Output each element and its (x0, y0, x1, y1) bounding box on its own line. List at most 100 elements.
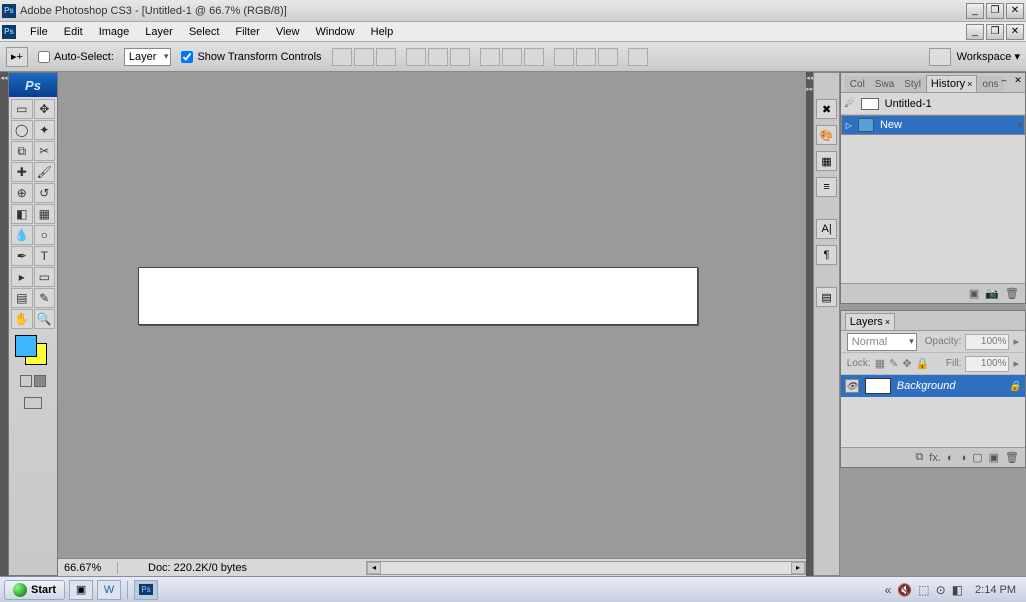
marquee-tool[interactable]: ▭ (11, 99, 33, 119)
adjustment-icon[interactable]: ◑ (960, 452, 967, 464)
maximize-button[interactable]: ❐ (986, 3, 1004, 19)
task-photoshop[interactable]: Ps (134, 580, 158, 600)
tray-volume-icon[interactable]: 🔇 (897, 583, 912, 597)
color-icon[interactable]: ▦ (816, 151, 836, 171)
menu-help[interactable]: Help (363, 24, 402, 40)
lock-all-icon[interactable]: 🔒 (916, 357, 930, 370)
character-icon[interactable]: A| (816, 219, 836, 239)
lock-pixels-icon[interactable]: ✎ (889, 357, 898, 370)
gradient-tool[interactable]: ▦ (34, 204, 56, 224)
swatches-icon[interactable]: ≡ (816, 177, 836, 197)
group-icon[interactable]: ▢ (972, 451, 982, 464)
h-scrollbar[interactable]: ◂ ▸ (366, 561, 806, 575)
menu-select[interactable]: Select (181, 24, 228, 40)
lasso-tool[interactable]: ◯ (11, 120, 33, 140)
shape-tool[interactable]: ▭ (34, 267, 56, 287)
menu-file[interactable]: File (22, 24, 56, 40)
menu-filter[interactable]: Filter (227, 24, 267, 40)
doc-close-button[interactable]: ✕ (1006, 24, 1024, 40)
fx-icon[interactable]: fx. (929, 452, 941, 464)
minimize-button[interactable]: _ (966, 3, 984, 19)
notes-tool[interactable]: ▤ (11, 288, 33, 308)
stamp-tool[interactable]: ⊕ (11, 183, 33, 203)
doc-minimize-button[interactable]: _ (966, 24, 984, 40)
align-vcenter-icon[interactable] (354, 48, 374, 66)
standard-mode-icon[interactable] (20, 375, 32, 387)
menu-window[interactable]: Window (308, 24, 363, 40)
close-button[interactable]: ✕ (1006, 3, 1024, 19)
menu-image[interactable]: Image (91, 24, 138, 40)
zoom-tool[interactable]: 🔍 (34, 309, 56, 329)
opacity-arrow-icon[interactable]: ▸ (1013, 335, 1019, 348)
paragraph-icon[interactable]: ¶ (816, 245, 836, 265)
dist-hcenter-icon[interactable] (576, 48, 596, 66)
dist-right-icon[interactable] (598, 48, 618, 66)
lock-trans-icon[interactable]: ▦ (875, 357, 885, 370)
menu-layer[interactable]: Layer (137, 24, 181, 40)
task-word-icon[interactable]: W (97, 580, 121, 600)
brush-tool[interactable]: 🖌 (34, 162, 56, 182)
auto-select-dropdown[interactable]: Layer (124, 48, 172, 66)
scroll-left-icon[interactable]: ◂ (367, 562, 381, 574)
history-snapshot[interactable]: ☄ Untitled-1 (841, 93, 1025, 115)
dodge-tool[interactable]: ○ (34, 225, 56, 245)
heal-tool[interactable]: ✚ (11, 162, 33, 182)
tab-layers[interactable]: Layers× (845, 313, 895, 330)
new-snapshot-icon[interactable]: 📷 (985, 287, 999, 300)
lock-pos-icon[interactable]: ✥ (902, 357, 911, 370)
wand-tool[interactable]: ✦ (34, 120, 56, 140)
visibility-icon[interactable]: 👁 (845, 379, 859, 393)
path-tool[interactable]: ▸ (11, 267, 33, 287)
align-left-icon[interactable] (406, 48, 426, 66)
eraser-tool[interactable]: ◧ (11, 204, 33, 224)
navigator-icon[interactable]: ✖ (816, 99, 836, 119)
show-transform-checkbox[interactable]: Show Transform Controls (181, 51, 321, 63)
pen-tool[interactable]: ✒ (11, 246, 33, 266)
tray-network-icon[interactable]: ⬚ (918, 583, 929, 597)
slice-tool[interactable]: ✂ (34, 141, 56, 161)
start-button[interactable]: Start (4, 580, 65, 600)
new-layer-icon[interactable]: ▣ (989, 451, 999, 464)
move-tool[interactable]: ✥ (34, 99, 56, 119)
quickmask-mode-icon[interactable] (34, 375, 46, 387)
link-layers-icon[interactable]: ⧉ (915, 451, 923, 464)
dist-top-icon[interactable] (480, 48, 500, 66)
color-swatches[interactable] (13, 335, 53, 369)
scroll-right-icon[interactable]: ▸ (791, 562, 805, 574)
layer-background[interactable]: 👁 Background 🔒 (841, 375, 1025, 397)
type-tool[interactable]: T (34, 246, 56, 266)
fill-arrow-icon[interactable]: ▸ (1013, 357, 1019, 370)
doc-info[interactable]: Doc: 220.2K/0 bytes (118, 562, 366, 574)
actions-icon[interactable]: ▤ (816, 287, 836, 307)
auto-select-checkbox[interactable]: Auto-Select: (38, 51, 114, 63)
crop-tool[interactable]: ⧉ (11, 141, 33, 161)
hand-tool[interactable]: ✋ (11, 309, 33, 329)
zoom-level[interactable]: 66.67% (58, 562, 118, 574)
history-state-new[interactable]: ▷ New (841, 115, 1025, 135)
task-explorer-icon[interactable]: ▣ (69, 580, 93, 600)
fill-input[interactable]: 100% (965, 356, 1009, 372)
panels-collapse-handle[interactable]: ◂◂▸▸ (806, 72, 813, 576)
blend-mode-dropdown[interactable]: Normal (847, 333, 917, 351)
align-bottom-icon[interactable] (376, 48, 396, 66)
tray-expand-icon[interactable]: « (885, 583, 892, 597)
doc-restore-button[interactable]: ❐ (986, 24, 1004, 40)
auto-align-icon[interactable] (628, 48, 648, 66)
dist-bottom-icon[interactable] (524, 48, 544, 66)
toolbox-collapse-handle[interactable]: ◂◂ (0, 72, 8, 576)
move-tool-icon[interactable]: ▸+ (6, 47, 28, 67)
tab-history[interactable]: History× (926, 75, 978, 92)
tab-swatches[interactable]: Swa (870, 76, 899, 92)
align-right-icon[interactable] (450, 48, 470, 66)
tray-app-icon[interactable]: ◧ (952, 583, 963, 597)
screen-mode-icon[interactable] (24, 397, 42, 409)
tray-shield-icon[interactable]: ⊙ (936, 583, 946, 597)
clock[interactable]: 2:14 PM (969, 584, 1022, 596)
opacity-input[interactable]: 100% (965, 334, 1009, 350)
workspace-dropdown[interactable]: Workspace ▾ (957, 50, 1020, 63)
foreground-color[interactable] (15, 335, 37, 357)
mask-icon[interactable]: ◐ (947, 452, 954, 464)
align-top-icon[interactable] (332, 48, 352, 66)
delete-layer-icon[interactable]: 🗑 (1005, 451, 1019, 464)
go-bridge-icon[interactable] (929, 48, 951, 66)
